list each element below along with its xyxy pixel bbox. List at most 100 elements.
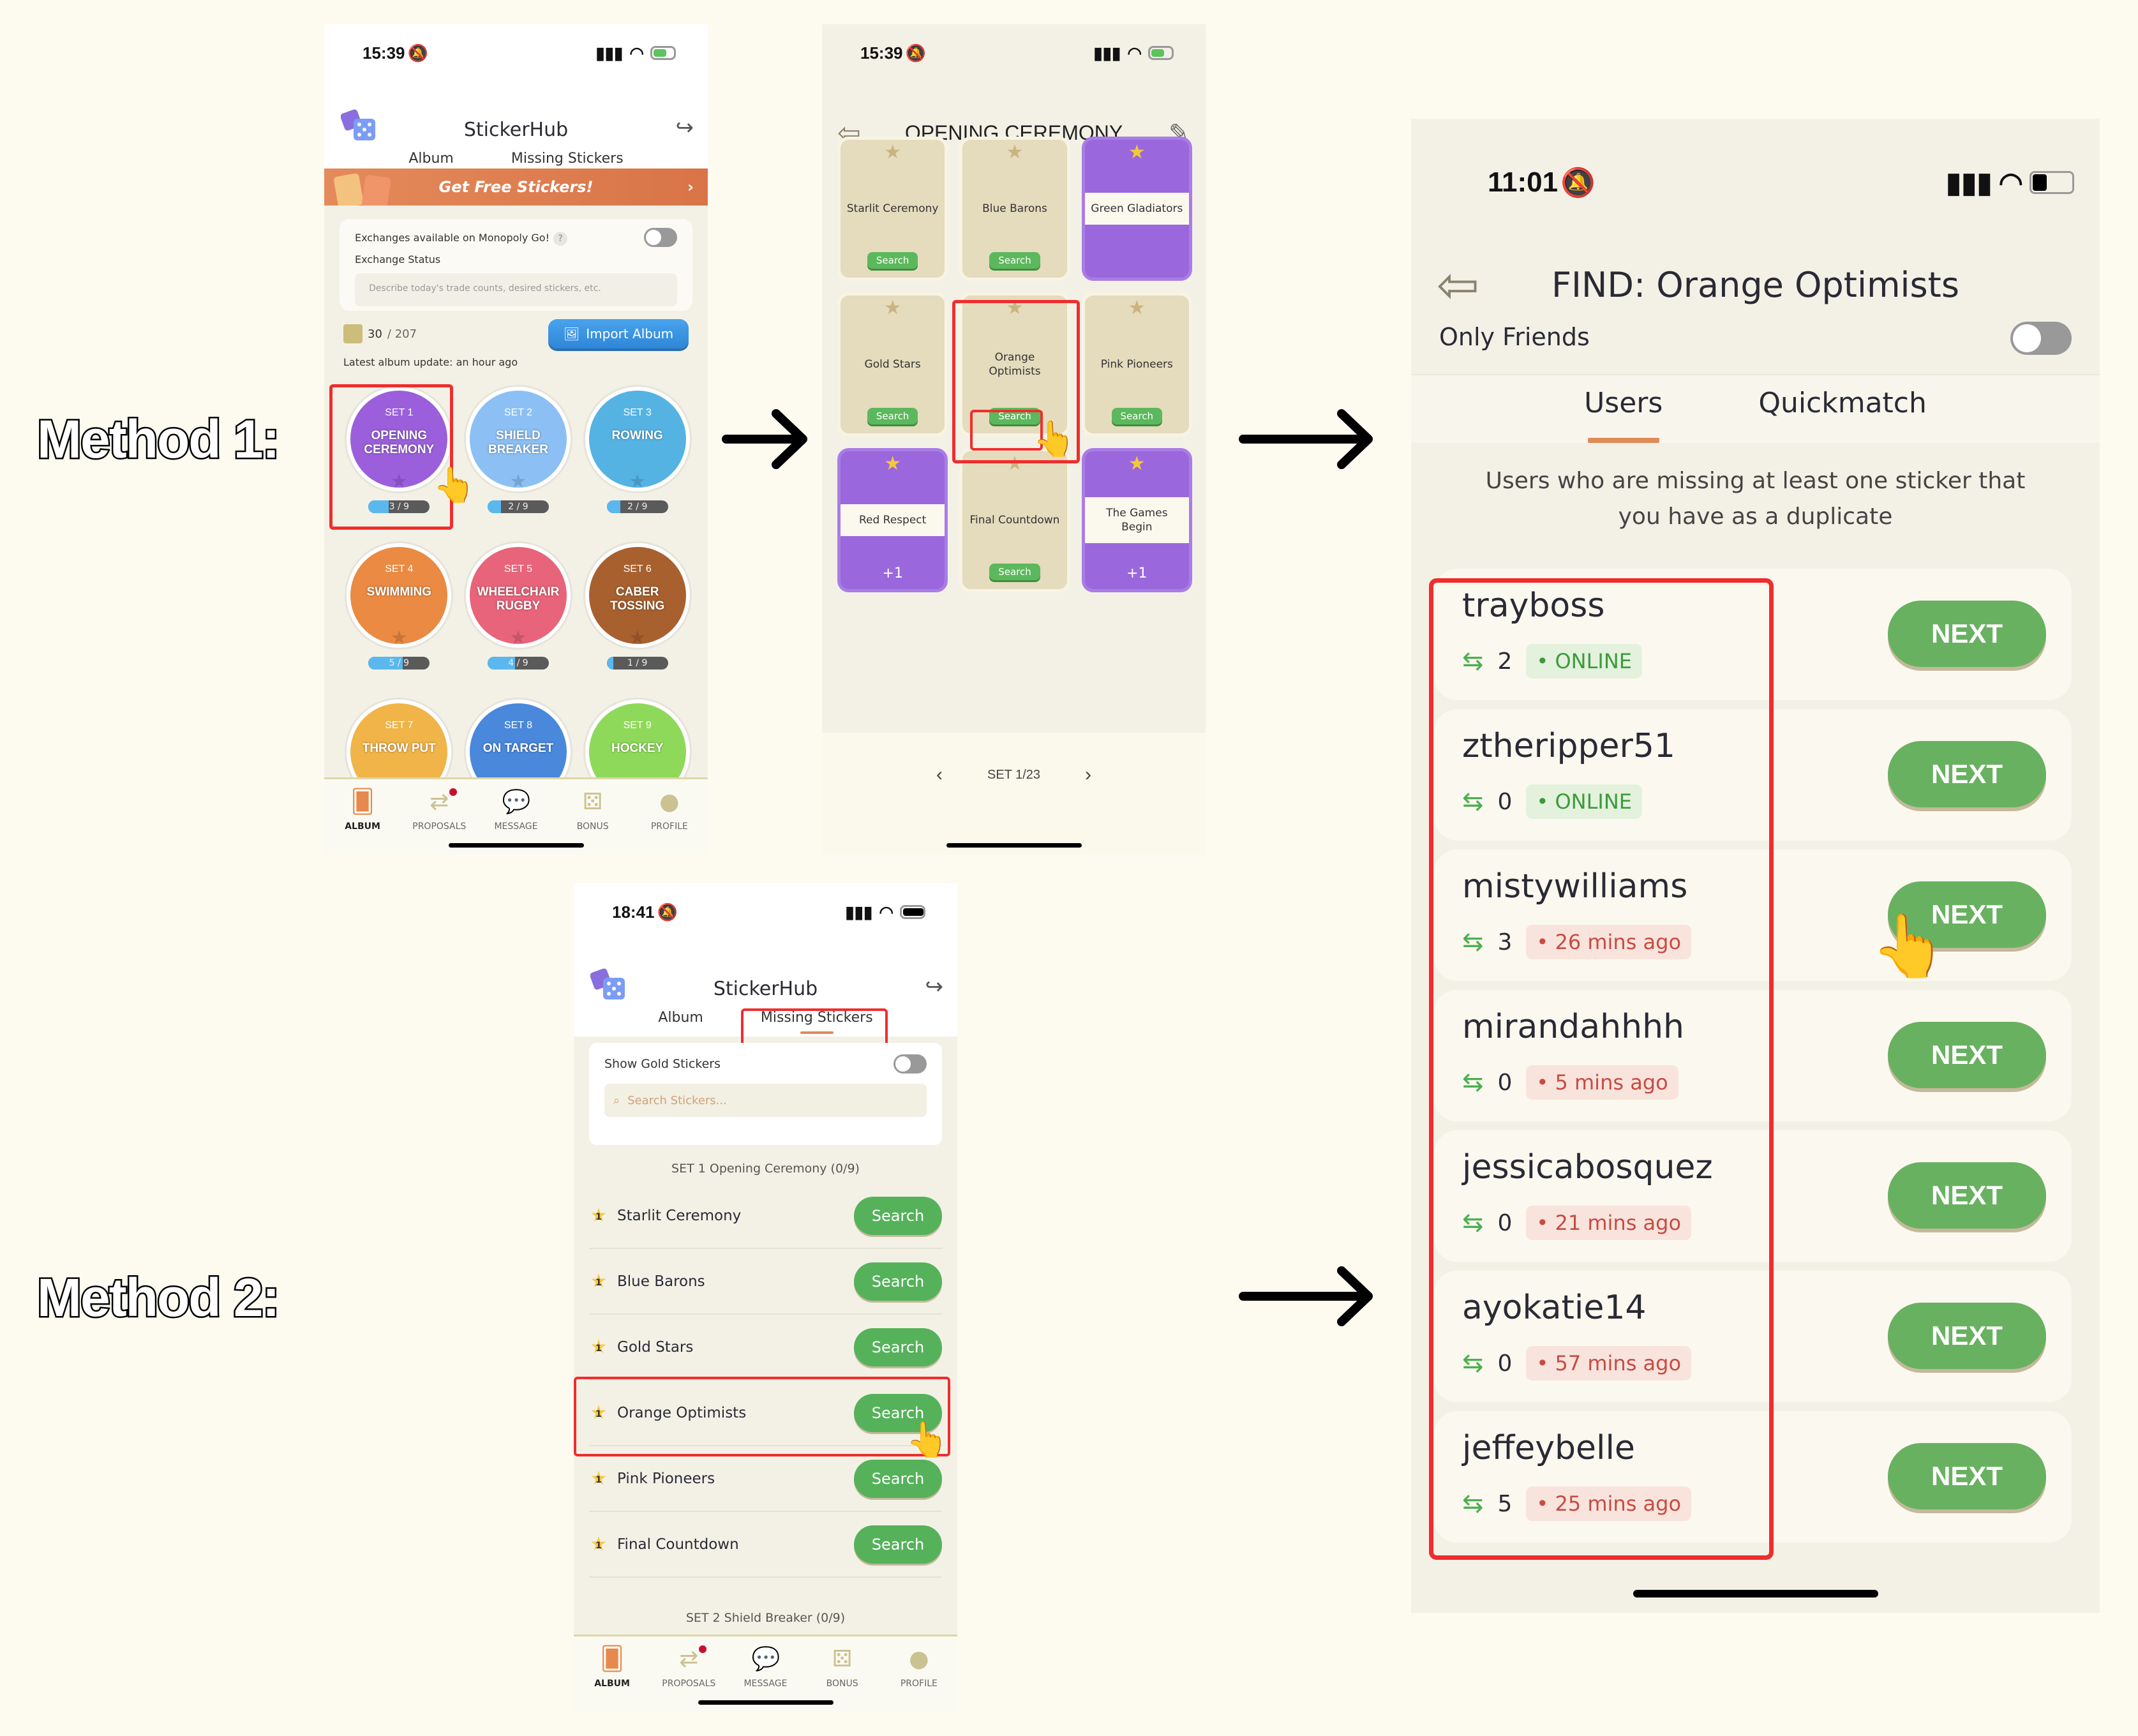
tab-quickmatch[interactable]: Quickmatch <box>1758 375 1927 443</box>
import-album-label: Import Album <box>586 326 674 341</box>
users-description: Users who are missing at least one stick… <box>1485 468 2026 530</box>
set-section-header: SET 2 Shield Breaker (0/9) <box>685 1611 846 1625</box>
tab-users[interactable]: Users <box>1584 375 1663 443</box>
search-button[interactable]: Search <box>854 1328 942 1366</box>
only-friends-toggle[interactable] <box>2010 322 2072 355</box>
method-1-label: Method 1: <box>36 408 282 471</box>
search-button[interactable]: Search <box>854 1393 942 1432</box>
find-header: ⇦ FIND: Orange Optimists <box>1411 246 2100 323</box>
star-icon: ★ <box>1006 453 1024 475</box>
notification-dot <box>449 788 458 796</box>
sticker-name: Green Gladiators <box>1091 202 1183 215</box>
sticker-card[interactable]: ★ Starlit Ceremony Search <box>837 137 948 281</box>
dice-icon: ⚄ <box>832 1646 853 1672</box>
sticker-card[interactable]: ★ Gold Stars Search <box>837 292 948 437</box>
set-item[interactable]: SET 3 ROWING ★ 2 / 9 <box>578 387 697 524</box>
set-number: SET 3 <box>623 407 652 418</box>
sticker-card[interactable]: ★ Orange Optimists Search <box>959 292 1070 437</box>
sticker-card[interactable]: ★ Pink Pioneers Search <box>1081 292 1192 437</box>
back-arrow-icon[interactable]: ⇦ <box>1437 255 1479 315</box>
status-badge: • ONLINE <box>1526 784 1643 819</box>
username[interactable]: trayboss <box>1462 587 1604 625</box>
search-button[interactable]: Search <box>867 408 918 424</box>
show-gold-toggle[interactable] <box>893 1054 927 1074</box>
search-button[interactable]: Search <box>854 1262 942 1301</box>
set-item[interactable]: SET 6 CABER TOSSING ★ 1 / 9 <box>578 543 697 680</box>
sticker-info: ★ 1 Gold Stars <box>589 1335 694 1358</box>
sticker-card[interactable]: ★ Green Gladiators <box>1081 137 1192 281</box>
exchange-label: Exchanges available on Monopoly Go! <box>355 232 549 244</box>
exchange-status-input[interactable]: Describe today's trade counts, desired s… <box>355 273 677 306</box>
battery-icon <box>1148 46 1174 60</box>
card-body: Blue Barons <box>977 202 1052 216</box>
set-badge: SET 3 ROWING ★ <box>585 387 690 492</box>
sticker-card[interactable]: ★ Blue Barons Search <box>959 137 1070 281</box>
silent-bell-icon: 🔕 <box>407 43 428 63</box>
search-button[interactable]: Search <box>1111 408 1163 424</box>
sticker-name: Final Countdown <box>969 514 1060 527</box>
signal-icon: ▮▮▮ <box>595 43 624 63</box>
set-item[interactable]: SET 5 WHEELCHAIR RUGBY ★ 4 / 9 <box>459 543 578 680</box>
search-button[interactable]: Search <box>989 408 1040 424</box>
star-count-icon: ★ 1 <box>590 1401 608 1424</box>
trade-swap-icon: ⇆ <box>1462 787 1484 816</box>
set-item[interactable]: SET 4 SWIMMING ★ 5 / 9 <box>340 543 459 680</box>
set-name: CABER TOSSING <box>610 585 665 613</box>
set-name: THROW PUT <box>362 742 436 755</box>
help-icon[interactable]: ? <box>553 232 567 246</box>
user-meta: ⇆ 0 • ONLINE <box>1462 784 1643 819</box>
card-body: Pink Pioneers <box>1096 357 1178 371</box>
chevron-left-icon[interactable]: ‹ <box>936 764 943 786</box>
star-icon: ★ <box>629 471 647 492</box>
set-progress-bar: 2 / 9 <box>487 500 549 513</box>
tabbar-item-album[interactable]: 🂠 ALBUM <box>331 788 394 855</box>
next-button[interactable]: NEXT <box>1888 1443 2046 1509</box>
sticker-card[interactable]: ★ Red Respect +1 <box>837 448 948 592</box>
tabbar-item-album[interactable]: 🂠 ALBUM <box>580 1645 644 1712</box>
username[interactable]: ztheripper51 <box>1462 727 1675 765</box>
username[interactable]: ayokatie14 <box>1462 1289 1647 1327</box>
tab-missing-stickers[interactable]: Missing Stickers <box>761 1001 873 1036</box>
tab-album[interactable]: Album <box>658 1001 703 1036</box>
next-button[interactable]: NEXT <box>1888 601 2046 667</box>
chevron-right-icon[interactable]: › <box>1085 764 1091 786</box>
star-icon: ★ <box>509 471 527 492</box>
collected-count: 30 <box>368 327 382 341</box>
search-button[interactable]: Search <box>989 252 1040 269</box>
username[interactable]: mistywilliams <box>1462 867 1687 906</box>
next-button[interactable]: NEXT <box>1888 1162 2046 1229</box>
share-icon[interactable]: ↪ <box>676 115 694 140</box>
search-stickers-input[interactable]: ⌕ Search Stickers... <box>604 1084 927 1117</box>
sticker-card[interactable]: ★ The Games Begin +1 <box>1081 448 1192 592</box>
exchange-toggle[interactable] <box>644 228 677 247</box>
search-button[interactable]: Search <box>867 252 918 269</box>
username[interactable]: mirandahhhh <box>1462 1008 1684 1046</box>
set-item[interactable]: SET 1 OPENING CEREMONY ★ 3 / 9 <box>340 387 459 524</box>
trade-swap-icon: ⇆ <box>1462 647 1484 676</box>
username[interactable]: jeffeybelle <box>1462 1429 1635 1467</box>
next-button[interactable]: NEXT <box>1888 1022 2046 1088</box>
search-button[interactable]: Search <box>854 1196 942 1235</box>
set-progress-label: 2 / 9 <box>627 502 648 512</box>
search-button[interactable]: Search <box>854 1525 942 1564</box>
star-count-icon: ★ 1 <box>590 1335 608 1358</box>
next-button[interactable]: NEXT <box>1888 881 2046 948</box>
set-item[interactable]: SET 2 SHIELD BREAKER ★ 2 / 9 <box>459 387 578 524</box>
battery-icon <box>900 905 925 919</box>
set-name: SHIELD BREAKER <box>488 429 548 456</box>
tabbar-item-profile[interactable]: ● PROFILE <box>638 788 701 855</box>
star-count: 1 <box>595 1343 602 1354</box>
next-button[interactable]: NEXT <box>1888 741 2046 807</box>
sticker-name: Orange Optimists <box>989 351 1041 378</box>
next-button[interactable]: NEXT <box>1888 1303 2046 1369</box>
home-indicator <box>698 1700 834 1705</box>
username[interactable]: jessicabosquez <box>1462 1148 1713 1186</box>
missing-stickers-screen: 18:41 🔕 ▮▮▮ ◠ StickerHub ↪ Album Missing … <box>574 883 957 1712</box>
share-icon[interactable]: ↪ <box>925 974 944 999</box>
search-button[interactable]: Search <box>989 564 1040 580</box>
free-stickers-banner[interactable]: Get Free Stickers! › <box>324 168 708 206</box>
tabbar-item-profile[interactable]: ● PROFILE <box>887 1645 951 1712</box>
import-album-button[interactable]: 🖼 Import Album <box>548 319 689 348</box>
sticker-card[interactable]: ★ Final Countdown Search <box>959 448 1070 592</box>
search-button[interactable]: Search <box>854 1459 942 1498</box>
